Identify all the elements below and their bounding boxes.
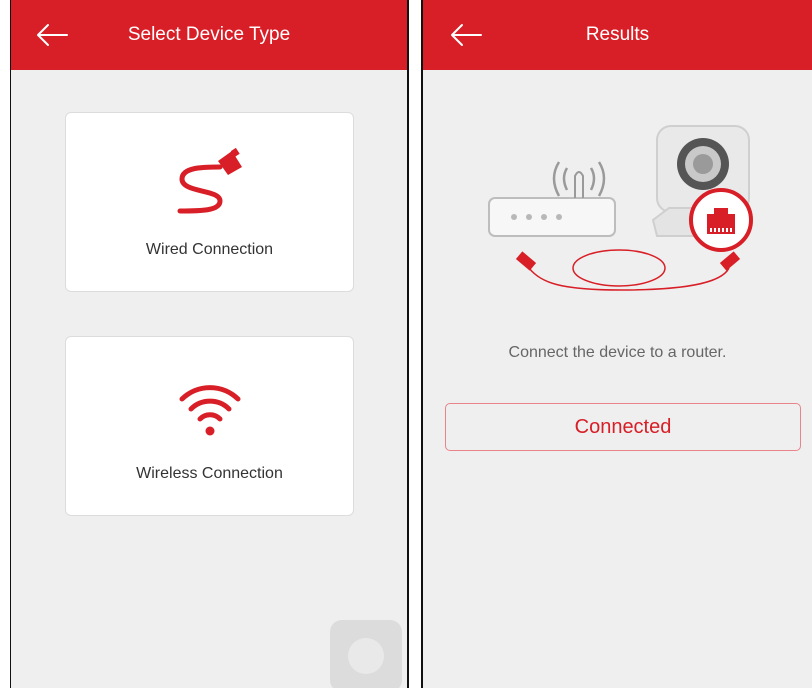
wireless-connection-label: Wireless Connection xyxy=(136,465,283,482)
assistive-dot-icon xyxy=(348,638,384,674)
wired-connection-label: Wired Connection xyxy=(145,241,274,258)
router-icon xyxy=(488,161,616,237)
select-device-type-screen: Select Device Type Wired Connection Wire… xyxy=(10,0,409,688)
results-screen: Results Connect the device to a router. … xyxy=(421,0,812,688)
ethernet-port-icon xyxy=(689,188,753,252)
top-bar: Results xyxy=(423,0,812,70)
instruction-text: Connect the device to a router. xyxy=(508,344,727,361)
floating-assistive-button[interactable] xyxy=(330,620,402,688)
wifi-icon xyxy=(179,385,241,436)
connected-button[interactable]: Connected xyxy=(445,403,801,451)
router-camera-illustration xyxy=(488,125,753,291)
page-title: Select Device Type xyxy=(127,24,291,45)
top-bar: Select Device Type xyxy=(11,0,407,70)
ethernet-cable-icon xyxy=(177,147,242,214)
wireless-connection-card[interactable]: Wireless Connection xyxy=(65,336,354,516)
page-title: Results xyxy=(585,24,650,45)
cable-icon xyxy=(515,249,741,291)
wired-connection-card[interactable]: Wired Connection xyxy=(65,112,354,292)
